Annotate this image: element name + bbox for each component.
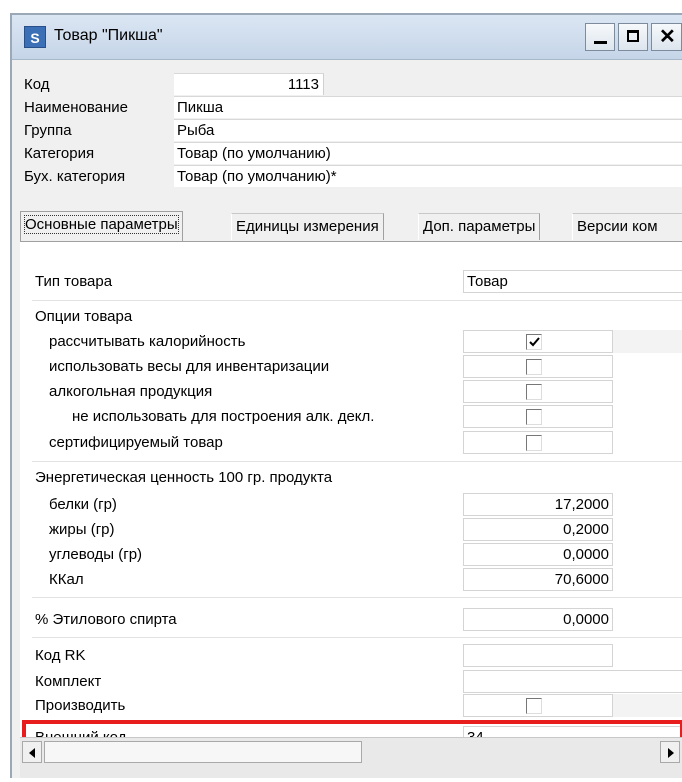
kit-field[interactable] bbox=[463, 670, 682, 693]
tab-label: Доп. параметры bbox=[423, 218, 536, 235]
params-panel: Тип товара Товар Опции товара рассчитыва… bbox=[20, 242, 682, 753]
tab-strip: Основные параметры Единицы измерения Доп… bbox=[20, 211, 682, 242]
tab-label: Основные параметры bbox=[24, 215, 179, 234]
check-icon bbox=[529, 337, 540, 347]
kcal-label: ККал bbox=[49, 571, 84, 588]
code-field[interactable]: 1113 bbox=[174, 73, 324, 95]
gray-cell bbox=[613, 694, 682, 717]
separator bbox=[32, 637, 682, 638]
group-field[interactable]: Рыба bbox=[174, 119, 682, 141]
no-alc-decl-checkbox[interactable] bbox=[526, 409, 542, 425]
window-title: Товар "Пикша" bbox=[54, 27, 163, 44]
energy-label: Энергетическая ценность 100 гр. продукта bbox=[35, 469, 333, 486]
minimize-button[interactable] bbox=[585, 23, 615, 51]
calc-calories-label: рассчитывать калорийность bbox=[49, 333, 246, 350]
certified-label: сертифицируемый товар bbox=[49, 434, 223, 451]
horizontal-scrollbar[interactable] bbox=[20, 737, 682, 778]
rk-code-label: Код RK bbox=[35, 647, 86, 664]
carbs-field[interactable]: 0,0000 bbox=[463, 543, 613, 566]
acc-category-label: Бух. категория bbox=[24, 168, 126, 185]
app-icon: S bbox=[24, 26, 46, 48]
tab-versions[interactable]: Версии ком bbox=[572, 213, 682, 240]
tab-extra-params[interactable]: Доп. параметры bbox=[418, 213, 541, 240]
use-scales-checkbox[interactable] bbox=[526, 359, 542, 375]
kcal-field[interactable]: 70,6000 bbox=[463, 568, 613, 591]
arrow-right-icon bbox=[668, 748, 674, 758]
ethyl-field[interactable]: 0,0000 bbox=[463, 608, 613, 631]
rk-code-field[interactable] bbox=[463, 644, 613, 667]
scroll-thumb[interactable] bbox=[44, 741, 362, 763]
kit-label: Комплект bbox=[35, 673, 102, 690]
gray-cell bbox=[613, 330, 682, 353]
options-label: Опции товара bbox=[35, 308, 133, 325]
separator bbox=[32, 461, 682, 462]
no-alc-decl-label: не использовать для построения алк. декл… bbox=[72, 408, 375, 425]
tab-units[interactable]: Единицы измерения bbox=[231, 213, 384, 240]
tab-main-params[interactable]: Основные параметры bbox=[20, 211, 183, 241]
certified-checkbox[interactable] bbox=[526, 435, 542, 451]
name-label: Наименование bbox=[24, 99, 128, 116]
separator bbox=[32, 597, 682, 598]
group-label: Группа bbox=[24, 122, 72, 139]
fats-field[interactable]: 0,2000 bbox=[463, 518, 613, 541]
calc-calories-checkbox[interactable] bbox=[526, 334, 542, 350]
maximize-button[interactable] bbox=[618, 23, 648, 51]
carbs-label: углеводы (гр) bbox=[49, 546, 143, 563]
category-field[interactable]: Товар (по умолчанию) bbox=[174, 142, 682, 164]
name-field[interactable]: Пикша bbox=[174, 96, 682, 118]
scroll-right-button[interactable] bbox=[660, 741, 680, 763]
title-bar[interactable]: S Товар "Пикша" ✕ bbox=[12, 15, 682, 60]
product-type-field[interactable]: Товар bbox=[463, 270, 682, 293]
ethyl-label: % Этилового спирта bbox=[35, 611, 177, 628]
alcohol-checkbox[interactable] bbox=[526, 384, 542, 400]
proteins-field[interactable]: 17,2000 bbox=[463, 493, 613, 516]
close-icon: ✕ bbox=[659, 26, 676, 48]
use-scales-label: использовать весы для инвентаризации bbox=[49, 358, 330, 375]
product-type-label: Тип товара bbox=[35, 273, 113, 290]
arrow-left-icon bbox=[29, 748, 35, 758]
product-window: S Товар "Пикша" ✕ Код 1113 Наименование … bbox=[10, 13, 682, 778]
separator bbox=[32, 300, 682, 301]
maximize-icon bbox=[627, 30, 639, 42]
category-label: Категория bbox=[24, 145, 95, 162]
acc-category-field[interactable]: Товар (по умолчанию)* bbox=[174, 165, 682, 187]
produce-checkbox[interactable] bbox=[526, 698, 542, 714]
alcohol-label: алкогольная продукция bbox=[49, 383, 213, 400]
fats-label: жиры (гр) bbox=[49, 521, 115, 538]
tab-label: Единицы измерения bbox=[236, 218, 379, 235]
minimize-icon bbox=[594, 41, 607, 44]
tab-label: Версии ком bbox=[577, 218, 658, 235]
close-button[interactable]: ✕ bbox=[651, 23, 682, 51]
code-label: Код bbox=[24, 76, 50, 93]
scroll-left-button[interactable] bbox=[22, 741, 42, 763]
proteins-label: белки (гр) bbox=[49, 496, 117, 513]
produce-label: Производить bbox=[35, 697, 126, 714]
